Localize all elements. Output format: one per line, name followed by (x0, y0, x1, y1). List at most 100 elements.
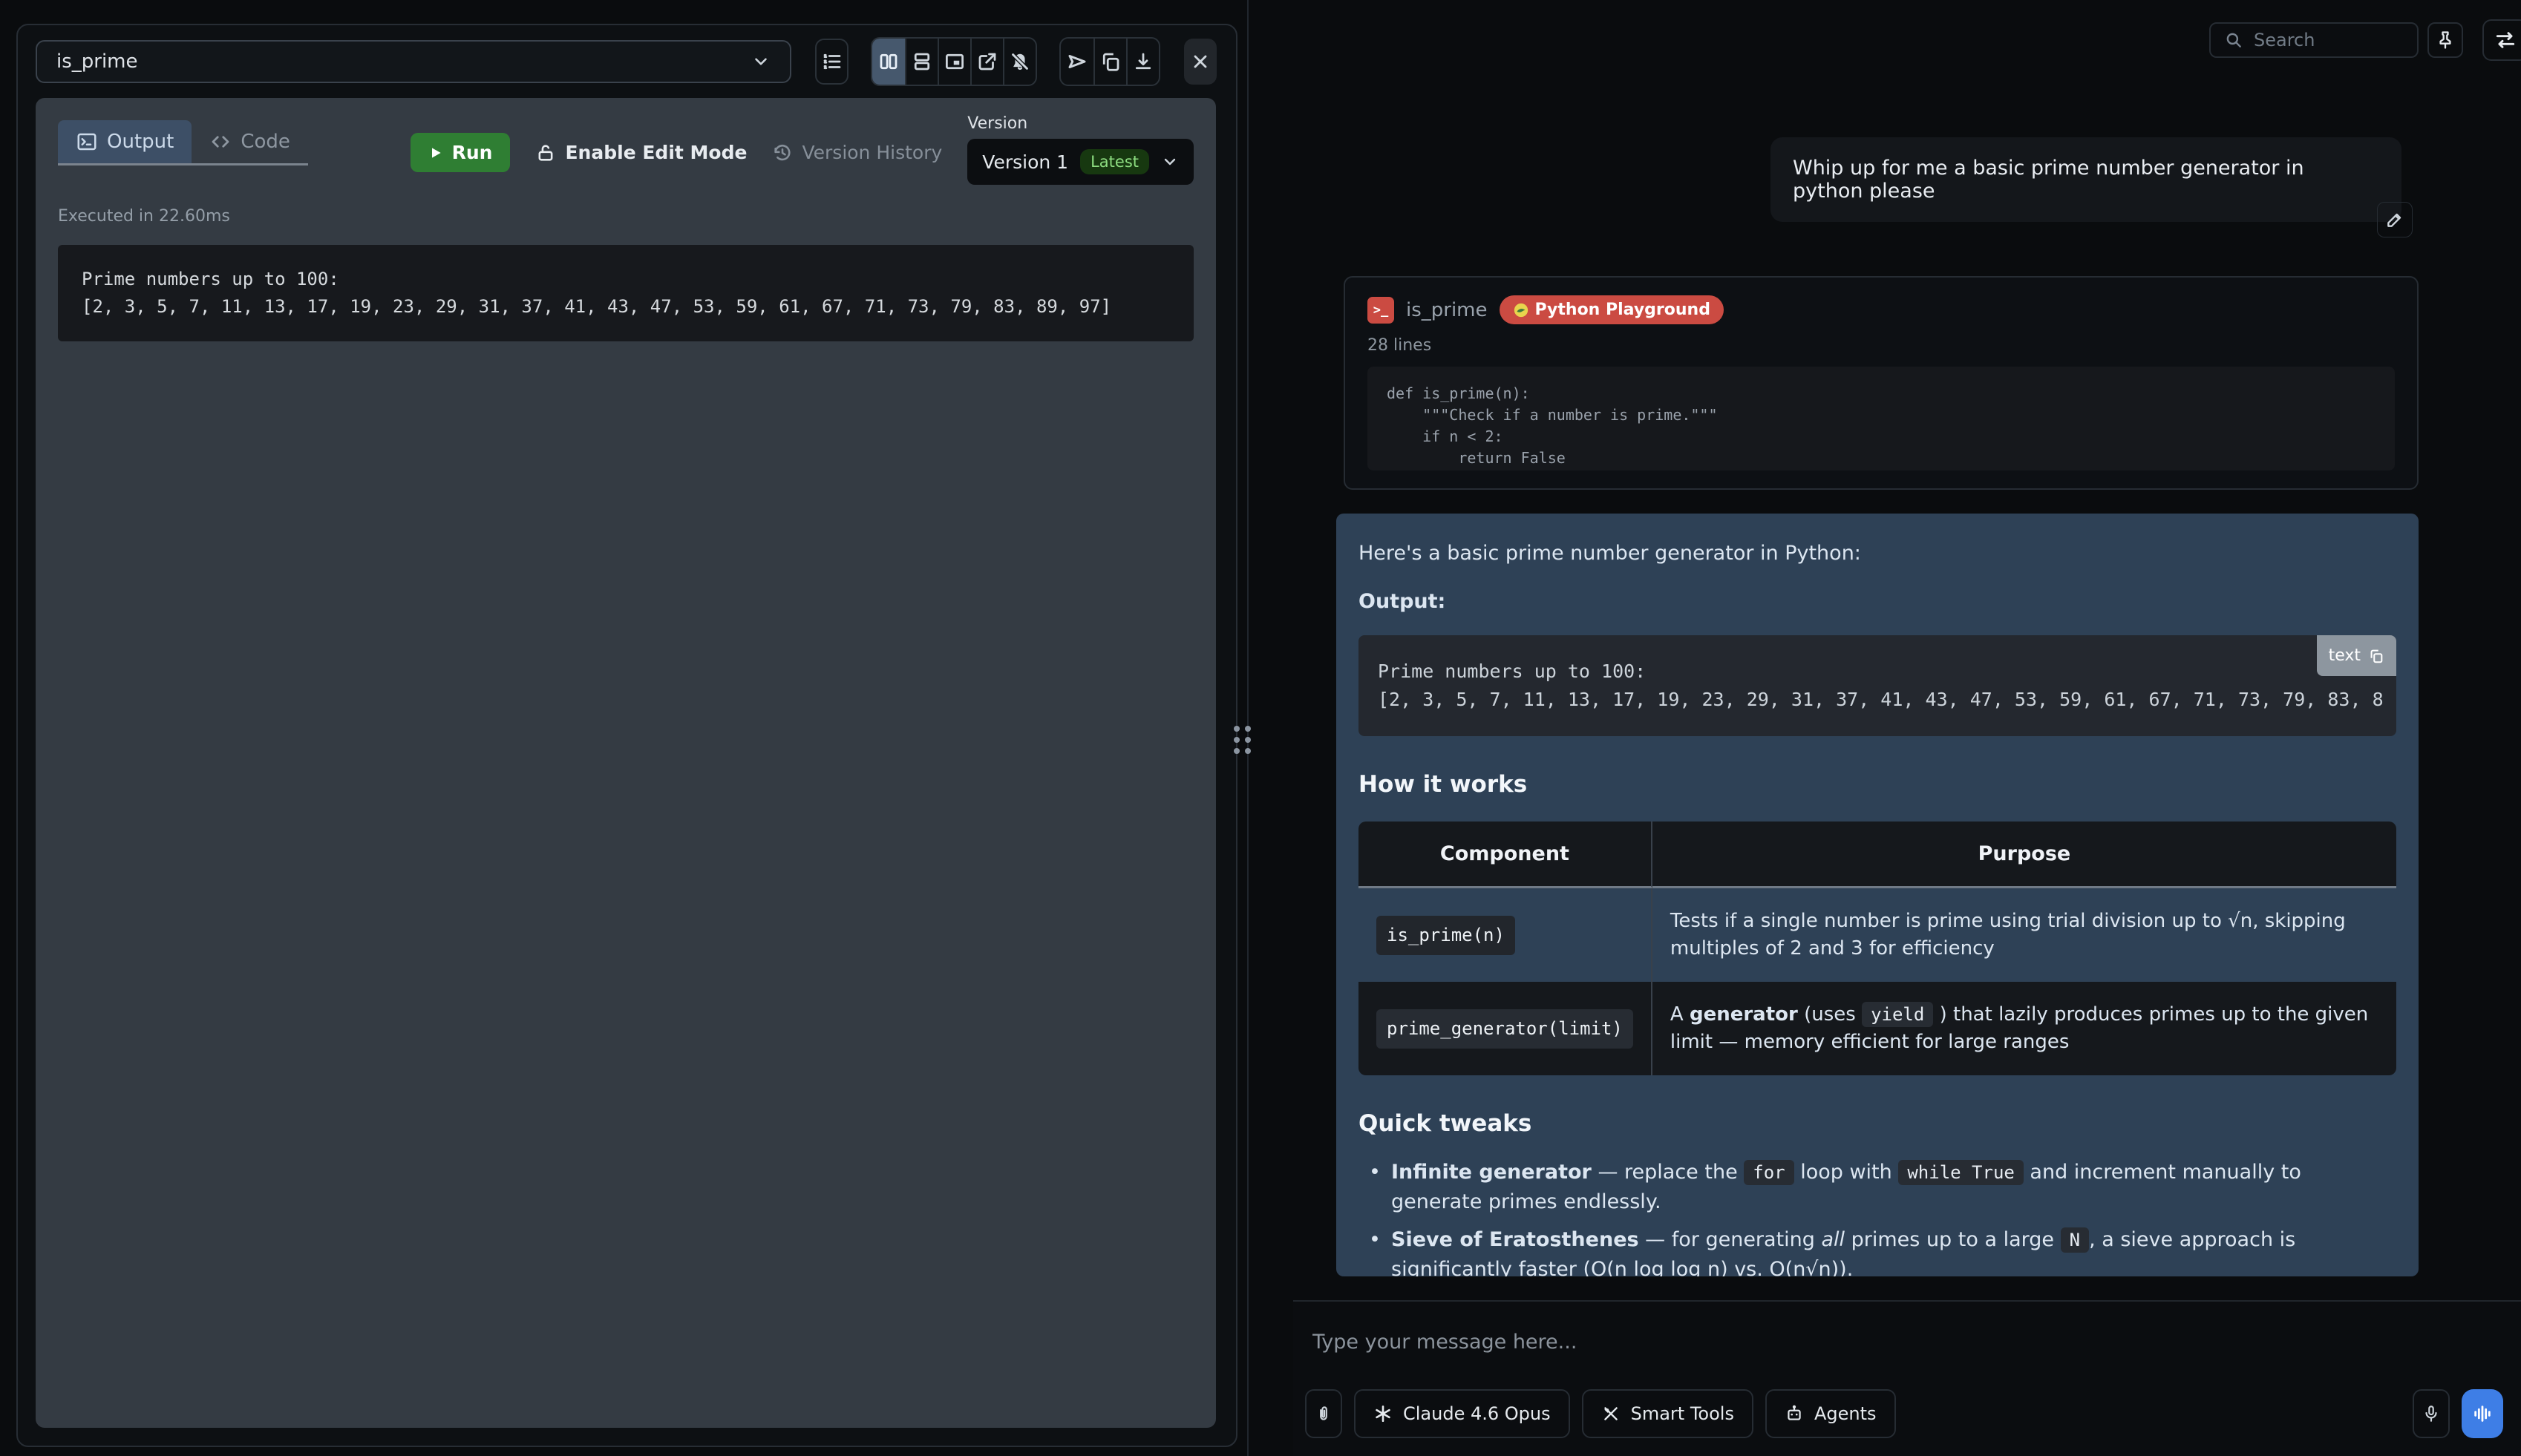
quick-tweaks-heading: Quick tweaks (1358, 1109, 2396, 1138)
search-input[interactable] (2254, 30, 2404, 50)
quick-tweaks-list: Infinite generator — replace the for loo… (1358, 1158, 2396, 1276)
share-actions-group (1059, 37, 1160, 86)
close-icon (1190, 51, 1211, 72)
lock-open-icon (535, 142, 556, 163)
user-message-bubble: Whip up for me a basic prime number gene… (1770, 137, 2401, 222)
table-row: is_prime(n) Tests if a single number is … (1358, 888, 2396, 982)
terminal-icon (76, 131, 98, 153)
enable-edit-mode-label: Enable Edit Mode (565, 142, 747, 163)
message-input[interactable] (1312, 1319, 2491, 1364)
how-it-works-table: Component Purpose is_prime(n) Tests if a… (1358, 822, 2396, 1075)
view-tabs: Output Code (58, 120, 308, 165)
response-intro: Here's a basic prime number generator in… (1358, 539, 2396, 568)
output-heading: Output: (1358, 587, 2396, 616)
edit-message-button[interactable] (2377, 202, 2413, 237)
copy-icon (1099, 50, 1122, 73)
publish-button[interactable] (1061, 39, 1093, 85)
version-group: Version Version 1 Latest (967, 114, 1194, 185)
search-box[interactable] (2209, 22, 2419, 58)
artifact-reference-card[interactable]: >_ is_prime Python Playground 28 lines d… (1344, 276, 2419, 490)
artifact-tabbar: Output Code Run (36, 98, 1216, 185)
list-item: Sieve of Eratosthenes — for generating a… (1358, 1225, 2396, 1276)
download-icon (1132, 50, 1154, 73)
chevron-down-icon (1161, 153, 1179, 171)
version-history-button[interactable]: Version History (772, 142, 942, 163)
artifact-title-select[interactable]: is_prime (36, 40, 791, 83)
list-item: Infinite generator — replace the for loo… (1358, 1158, 2396, 1216)
pin-button[interactable] (2427, 22, 2463, 58)
attach-file-button[interactable] (1305, 1389, 1342, 1438)
tab-code-label: Code (241, 131, 290, 153)
model-icon (1373, 1404, 1393, 1423)
artifact-title: is_prime (56, 50, 138, 73)
copy-icon (2368, 648, 2384, 664)
outline-list-button[interactable] (815, 39, 848, 85)
layout-rows-button[interactable] (905, 39, 938, 85)
chat-topbar (1262, 0, 2521, 74)
output-area: Executed in 22.60ms Prime numbers up to … (36, 185, 1216, 364)
layout-columns-button[interactable] (872, 39, 905, 85)
artifact-actions: Run Enable Edit Mode Version History (411, 120, 1194, 185)
tab-code[interactable]: Code (192, 120, 308, 163)
open-external-button[interactable] (970, 39, 1003, 85)
agents-button[interactable]: Agents (1765, 1389, 1896, 1438)
pencil-icon (2385, 210, 2404, 229)
code-language-label: text (2329, 641, 2361, 670)
component-code-chip: prime_generator(limit) (1376, 1009, 1633, 1049)
picture-in-picture-button[interactable] (938, 39, 970, 85)
search-icon (2224, 30, 2243, 50)
message-composer: Claude 4.6 Opus Smart Tools Agents (1293, 1300, 2521, 1456)
download-button[interactable] (1126, 39, 1159, 85)
latest-badge: Latest (1080, 149, 1149, 174)
history-icon (772, 142, 793, 163)
copy-button[interactable] (1093, 39, 1126, 85)
component-code-chip: is_prime(n) (1376, 916, 1515, 955)
line-count: 28 lines (1367, 336, 2395, 355)
python-playground-badge: Python Playground (1500, 295, 1724, 324)
artifact-window: is_prime (16, 24, 1237, 1447)
version-select[interactable]: Version 1 Latest (967, 139, 1194, 185)
purpose-cell: A generator (uses yield ) that lazily pr… (1652, 982, 2396, 1075)
voice-mode-button[interactable] (2462, 1389, 2503, 1438)
copy-code-button[interactable]: text (2317, 635, 2396, 676)
version-history-label: Version History (802, 142, 942, 163)
tab-output[interactable]: Output (58, 120, 192, 163)
pane-resize-handle[interactable] (1234, 726, 1251, 754)
layout-toggle-group (871, 37, 1037, 86)
rows-layout-icon (911, 50, 933, 73)
code-preview: def is_prime(n): """Check if a number is… (1367, 367, 2395, 470)
close-artifact-button[interactable] (1184, 39, 1217, 85)
pin-icon (2435, 30, 2456, 50)
artifact-toolbar: is_prime (18, 25, 1236, 98)
microphone-icon (2422, 1404, 2441, 1423)
smart-tools-button[interactable]: Smart Tools (1582, 1389, 1753, 1438)
swap-panels-button[interactable] (2482, 19, 2521, 61)
model-selector-button[interactable]: Claude 4.6 Opus (1354, 1389, 1570, 1438)
response-output-block: text Prime numbers up to 100: [2, 3, 5, … (1358, 635, 2396, 736)
table-header-row: Component Purpose (1358, 822, 2396, 888)
microphone-button[interactable] (2413, 1389, 2450, 1438)
how-it-works-heading: How it works (1358, 770, 2396, 799)
execution-time: Executed in 22.60ms (58, 207, 1194, 226)
artifact-card-name: is_prime (1406, 299, 1488, 321)
numbered-list-icon (821, 50, 843, 73)
play-icon (428, 145, 443, 160)
external-link-icon (976, 50, 998, 73)
composer-toolbar: Claude 4.6 Opus Smart Tools Agents (1305, 1389, 2503, 1438)
notifications-off-button[interactable] (1003, 39, 1036, 85)
run-label: Run (452, 142, 493, 163)
run-button[interactable]: Run (411, 133, 511, 172)
swap-arrows-icon (2494, 28, 2517, 52)
model-name: Claude 4.6 Opus (1403, 1403, 1551, 1424)
version-label: Version (967, 114, 1194, 133)
waveform-icon (2472, 1403, 2493, 1424)
chat-scroll-area[interactable]: Whip up for me a basic prime number gene… (1262, 74, 2521, 1300)
smart-tools-label: Smart Tools (1631, 1403, 1734, 1424)
assistant-response: Here's a basic prime number generator in… (1336, 514, 2419, 1276)
agents-label: Agents (1814, 1403, 1877, 1424)
artifact-card-header: >_ is_prime Python Playground (1367, 295, 2395, 324)
robot-icon (1785, 1404, 1804, 1423)
code-icon (209, 131, 232, 153)
enable-edit-mode-button[interactable]: Enable Edit Mode (535, 142, 747, 163)
python-playground-label: Python Playground (1535, 301, 1710, 319)
